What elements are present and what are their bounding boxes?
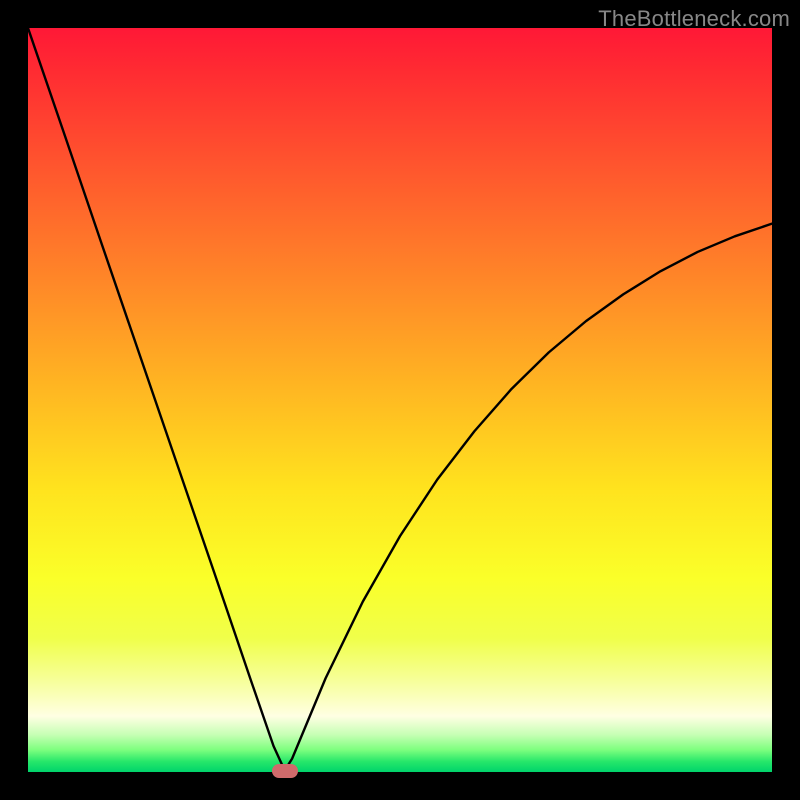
bottleneck-curve xyxy=(28,28,772,772)
chart-frame: TheBottleneck.com xyxy=(0,0,800,800)
plot-area xyxy=(28,28,772,772)
optimal-point-marker xyxy=(272,764,298,778)
watermark-text: TheBottleneck.com xyxy=(598,6,790,32)
